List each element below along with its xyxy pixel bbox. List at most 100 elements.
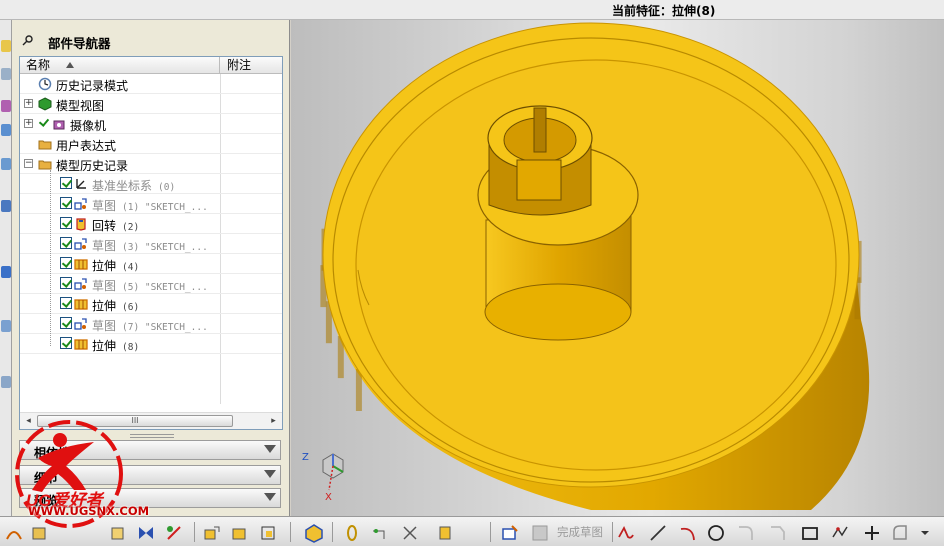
tree-item-label: 基准坐标系 (0) [92,177,175,194]
datum-plane-icon[interactable] [202,523,222,543]
tree-item-label: 草图 (1) "SKETCH_... [92,197,208,214]
expand-icon[interactable]: + [24,99,33,108]
visibility-checkbox[interactable] [60,217,72,229]
tree-row[interactable]: 拉伸 (6) [20,294,282,314]
tree-row[interactable]: 基准坐标系 (0) [20,174,282,194]
tree-row[interactable]: 历史记录模式 [20,74,282,94]
chamfer-sketch-icon[interactable] [768,523,788,543]
chamfer-tool-icon[interactable] [400,523,420,543]
tree-item-name: 拉伸 [92,339,117,353]
tree-row[interactable]: 草图 (3) "SKETCH_... [20,234,282,254]
tree-row[interactable]: 拉伸 (8) [20,334,282,354]
datum-csys-icon[interactable] [258,523,278,543]
tree-item-name: 拉伸 [92,299,117,313]
chevron-down-icon[interactable] [264,493,276,501]
visibility-checkbox[interactable] [38,117,50,129]
hole-tool-icon[interactable] [342,523,362,543]
point-tool-icon[interactable] [862,523,882,543]
collapse-icon[interactable]: − [24,159,33,168]
tree-row[interactable]: 草图 (5) "SKETCH_... [20,274,282,294]
fillet-tool-icon[interactable] [736,523,756,543]
finish-sketch-label[interactable]: 完成草图 [557,524,603,540]
visibility-checkbox[interactable] [60,257,72,269]
resource-tab-icon[interactable] [1,68,11,80]
feature-dropdown-icon[interactable] [436,523,456,543]
tree-row[interactable]: + 模型视图 [20,94,282,114]
resource-tab-icon[interactable] [1,376,11,388]
tree-item-name: 摄像机 [70,119,107,133]
tree-item-label: 用户表达式 [56,137,116,154]
resource-tab-icon[interactable] [1,320,11,332]
resource-tab-icon[interactable] [1,100,11,112]
resource-tab-icon[interactable] [1,40,11,52]
visibility-checkbox[interactable] [60,277,72,289]
navigator-tree[interactable]: 名称 附注 历史记录模式 + 模型视图 + 摄像机用户表达式 − 模型历史记录基准坐标系 (0… [19,56,283,430]
tree-row[interactable]: 用户表达式 [20,134,282,154]
arc-sketch-icon[interactable] [678,523,698,543]
tree-item-index: (8) [122,342,140,353]
view-orient-icon[interactable] [304,523,324,543]
tree-connector [50,170,51,346]
visibility-checkbox[interactable] [60,337,72,349]
visibility-checkbox[interactable] [60,197,72,209]
watermark-url: WWW.UGSNX.COM [28,504,150,518]
polygon-tool-icon[interactable] [830,523,850,543]
extrude-icon [74,299,88,310]
tree-item-index: (4) [122,262,140,273]
offset-curve-icon[interactable] [890,523,910,543]
panel-splitter[interactable] [130,434,174,438]
visibility-checkbox[interactable] [60,317,72,329]
chevron-down-icon[interactable] [264,445,276,453]
tree-item-name: 草图 [92,199,117,213]
line-tool-icon[interactable] [648,523,668,543]
tree-item-name: 草图 [92,239,117,253]
tree-row[interactable]: + 摄像机 [20,114,282,134]
view-triad[interactable]: Z X [302,452,344,503]
folder-icon [38,140,52,150]
folder-open-icon [38,160,52,170]
profile-tool-icon[interactable] [616,523,636,543]
tree-item-label: 模型历史记录 [56,157,128,174]
scroll-right-icon[interactable]: ▸ [265,413,282,429]
resource-tab-icon[interactable] [1,200,11,212]
resource-tab-icon[interactable] [1,158,11,170]
tree-row[interactable]: 拉伸 (4) [20,254,282,274]
tree-item-name: 模型历史记录 [56,159,129,173]
visibility-checkbox[interactable] [60,297,72,309]
extrude-icon [74,259,88,270]
mirror-tool-icon[interactable] [136,523,156,543]
column-name-header[interactable]: 名称 [20,57,220,74]
rectangle-tool-icon[interactable] [800,523,820,543]
tree-item-name: 模型视图 [56,99,105,113]
resource-tab-icon[interactable] [1,266,11,278]
datum-axis-icon[interactable] [230,523,250,543]
tree-item-name: 基准坐标系 [92,179,153,193]
chevron-down-icon[interactable] [264,470,276,478]
sketch-icon [74,198,87,210]
tree-item-label: 回转 (2) [92,217,139,234]
tree-item-index: (6) [122,302,140,313]
finish-sketch-icon[interactable] [530,523,550,543]
visibility-checkbox[interactable] [60,177,72,189]
circle-tool-icon[interactable] [706,523,726,543]
tree-row[interactable]: − 模型历史记录 [20,154,282,174]
visibility-checkbox[interactable] [60,237,72,249]
tree-item-label: 摄像机 [70,117,106,134]
pin-icon[interactable] [22,34,34,46]
tree-item-label: 草图 (3) "SKETCH_... [92,237,208,254]
column-note-header[interactable]: 附注 [227,57,251,73]
sketch-icon[interactable] [500,523,520,543]
sort-ascending-icon [66,62,74,68]
part-model-3d[interactable]: Z X [291,20,944,516]
expand-icon[interactable]: + [24,119,33,128]
tree-row[interactable]: 草图 (1) "SKETCH_... [20,194,282,214]
chevron-down-icon[interactable] [918,523,932,543]
tree-row[interactable]: 回转 (2) [20,214,282,234]
tree-item-index: (7) "SKETCH_... [122,322,208,333]
trim-tool-icon[interactable] [164,523,184,543]
tree-row[interactable]: 草图 (7) "SKETCH_... [20,314,282,334]
edge-blend-icon[interactable] [370,523,390,543]
resource-tab-icon[interactable] [1,124,11,136]
graphics-window[interactable]: Z X [291,20,944,516]
column-name-label: 名称 [26,58,51,72]
